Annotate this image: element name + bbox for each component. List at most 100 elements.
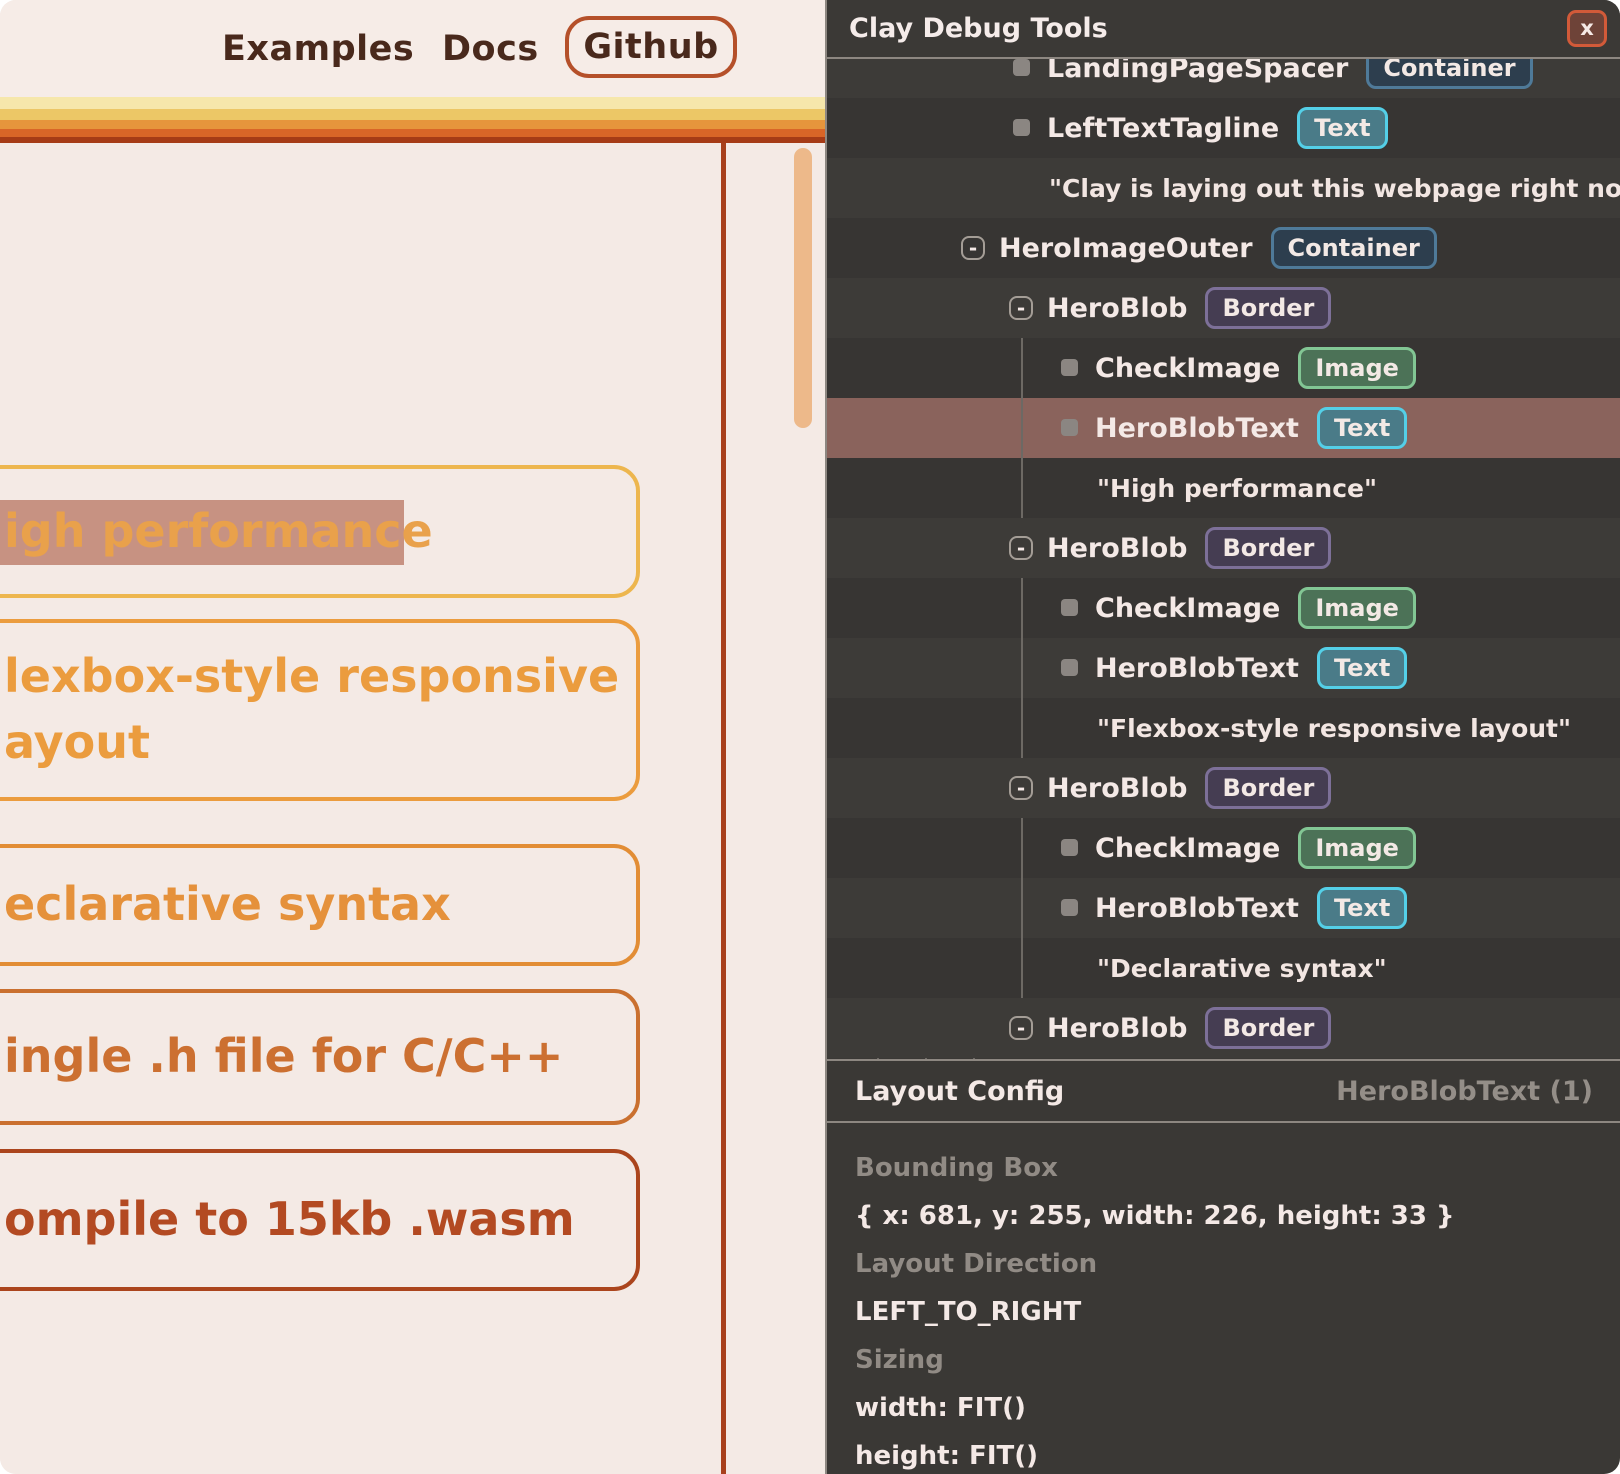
tree-row-text-content[interactable]: "Clay is laying out this webpage right n…: [827, 158, 1620, 218]
tree-row-text-content[interactable]: "Flexbox-style responsive layout": [827, 698, 1620, 758]
tree-row[interactable]: -HeroBlob Border: [827, 518, 1620, 578]
tree-row[interactable]: -HeroBlob Border: [827, 758, 1620, 818]
tree-row[interactable]: CheckImage Image: [827, 818, 1620, 878]
tree-row[interactable]: HeroBlobText Text: [827, 638, 1620, 698]
feature-box: eclarative syntax: [0, 844, 640, 966]
property-label: Sizing: [855, 1336, 1620, 1384]
nav-link-examples[interactable]: Examples: [222, 0, 414, 97]
tree-indent-guide-segment: [1021, 458, 1023, 518]
tree-row[interactable]: -HeroBlob Border: [827, 998, 1620, 1058]
leaf-bullet-icon: [1013, 119, 1030, 136]
element-name: LandingPageSpacer: [1047, 59, 1348, 84]
app-window: Examples Docs Github igh performance lexb…: [0, 0, 1620, 1474]
element-type-badge: Border: [1205, 767, 1331, 809]
clay-debug-panel: Clay Debug Tools x LandingPageSpacer Cont…: [825, 0, 1620, 1474]
feature-box: ingle .h file for C/C++: [0, 989, 640, 1125]
selected-element-label: HeroBlobText (1): [1336, 1076, 1593, 1107]
tree-row[interactable]: -HeroBlob Border: [827, 278, 1620, 338]
debug-panel-titlebar: Clay Debug Tools x: [827, 0, 1620, 59]
element-type-badge: Text: [1317, 647, 1407, 689]
element-text-preview: "Flexbox-style responsive layout": [1097, 714, 1571, 743]
element-name: CheckImage: [1095, 353, 1280, 384]
tree-indent-guide-segment: [1021, 818, 1023, 878]
element-text-preview: "Clay is laying out this webpage right n…: [1049, 174, 1620, 203]
clay-website-page: Examples Docs Github igh performance lexb…: [0, 0, 825, 1474]
collapse-toggle-icon[interactable]: -: [961, 236, 985, 260]
element-name: HeroBlob: [1047, 773, 1187, 804]
element-type-badge: Container: [1366, 59, 1532, 89]
debug-panel-title: Clay Debug Tools: [849, 13, 1108, 44]
tree-row[interactable]: LeftTextTagline Text: [827, 98, 1620, 158]
tree-indent-guide-segment: [1021, 638, 1023, 698]
element-name: HeroBlob: [1047, 293, 1187, 324]
leaf-bullet-icon: [1061, 419, 1078, 436]
collapse-toggle-icon[interactable]: -: [1009, 536, 1033, 560]
leaf-bullet-icon: [1061, 659, 1078, 676]
site-header: Examples Docs Github: [0, 0, 825, 97]
tree-row[interactable]: LandingPageSpacer Container: [827, 59, 1620, 98]
collapse-toggle-icon[interactable]: -: [1009, 1016, 1033, 1040]
leaf-bullet-icon: [1061, 599, 1078, 616]
feature-box-text: lexbox-style responsive ayout: [4, 644, 619, 776]
tree-indent-guide-segment: [1021, 878, 1023, 938]
leaf-bullet-icon: [1061, 359, 1078, 376]
element-type-badge: Image: [1298, 347, 1416, 389]
element-name: HeroBlob: [1047, 533, 1187, 564]
property-value: { x: 681, y: 255, width: 226, height: 33…: [855, 1192, 1620, 1240]
property-value: height: FIT(): [855, 1432, 1620, 1474]
tree-indent-guide-segment: [1021, 398, 1023, 458]
element-name: HeroBlobText: [1095, 893, 1299, 924]
tree-row[interactable]: CheckImage Image: [827, 578, 1620, 638]
feature-box: igh performance: [0, 465, 640, 598]
element-text-preview: "High performance": [1097, 474, 1377, 503]
element-name: HeroBlobText: [1095, 413, 1299, 444]
tree-row-text-content[interactable]: "High performance": [827, 458, 1620, 518]
element-name: HeroImageOuter: [999, 233, 1253, 264]
collapse-toggle-icon[interactable]: -: [1009, 296, 1033, 320]
close-button[interactable]: x: [1567, 10, 1607, 47]
layout-config-properties: Bounding Box{ x: 681, y: 255, width: 226…: [827, 1123, 1620, 1474]
property-label: Layout Direction: [855, 1240, 1620, 1288]
tree-row-text-content[interactable]: "Declarative syntax": [827, 938, 1620, 998]
element-type-badge: Container: [1271, 227, 1437, 269]
element-type-badge: Image: [1298, 827, 1416, 869]
element-name: HeroBlob: [1047, 1013, 1187, 1044]
tree-row[interactable]: -HeroImageOuter Container: [827, 218, 1620, 278]
tree-row[interactable]: HeroBlobText Text: [827, 398, 1620, 458]
element-type-badge: Border: [1205, 1007, 1331, 1049]
element-type-badge: Image: [1298, 587, 1416, 629]
tree-row[interactable]: HeroBlobText Text: [827, 878, 1620, 938]
feature-box-text: eclarative syntax: [4, 872, 451, 938]
scrollbar-thumb[interactable]: [794, 148, 812, 428]
tree-row[interactable]: CheckImage Image: [827, 338, 1620, 398]
layout-config-header: Layout Config HeroBlobText (1): [827, 1059, 1620, 1123]
element-tree: LandingPageSpacer Container LeftTextTaglin…: [827, 59, 1620, 1059]
tree-indent-guide-segment: [1021, 578, 1023, 638]
feature-box: lexbox-style responsive ayout: [0, 619, 640, 801]
element-name: HeroBlobText: [1095, 653, 1299, 684]
element-name: LeftTextTagline: [1047, 113, 1279, 144]
property-value: width: FIT(): [855, 1384, 1620, 1432]
tree-indent-guide-segment: [1021, 698, 1023, 758]
element-type-badge: Border: [1205, 527, 1331, 569]
tree-indent-guide-segment: [1021, 938, 1023, 998]
element-type-badge: Text: [1317, 407, 1407, 449]
nav-link-docs[interactable]: Docs: [442, 0, 539, 97]
feature-box-text: ompile to 15kb .wasm: [4, 1187, 575, 1253]
github-button[interactable]: Github: [565, 16, 737, 78]
leaf-bullet-icon: [1061, 899, 1078, 916]
element-type-badge: Text: [1317, 887, 1407, 929]
element-type-badge: Text: [1297, 107, 1387, 149]
property-label: Bounding Box: [855, 1144, 1620, 1192]
collapse-toggle-icon[interactable]: -: [1009, 776, 1033, 800]
feature-box-text: igh performance: [4, 499, 433, 565]
feature-box: ompile to 15kb .wasm: [0, 1149, 640, 1291]
element-name: CheckImage: [1095, 593, 1280, 624]
tree-indent-guide-segment: [1021, 338, 1023, 398]
decorative-gradient-stripe: [0, 97, 825, 143]
leaf-bullet-icon: [1013, 59, 1030, 76]
feature-box-text: ingle .h file for C/C++: [4, 1024, 563, 1090]
element-type-badge: Border: [1205, 287, 1331, 329]
element-name: CheckImage: [1095, 833, 1280, 864]
layout-config-title: Layout Config: [855, 1076, 1064, 1107]
